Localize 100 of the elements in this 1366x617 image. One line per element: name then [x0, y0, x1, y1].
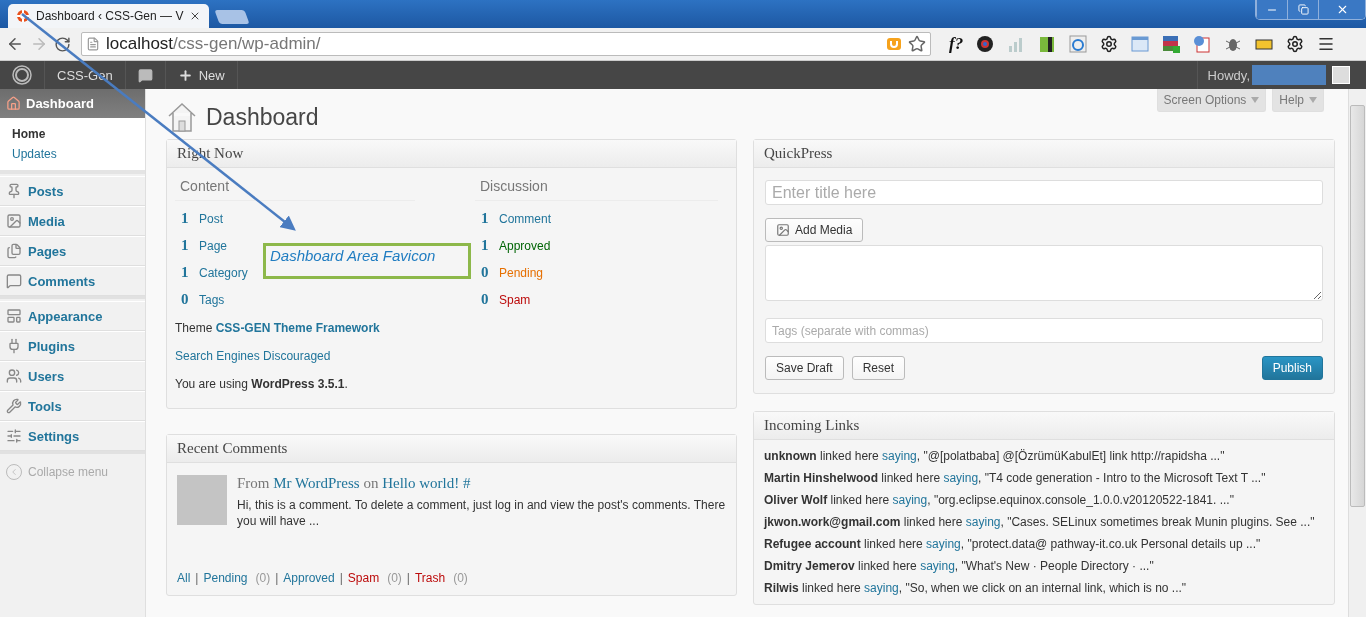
saying-link[interactable]: saying [965, 515, 1001, 529]
sidebar-item[interactable]: Comments [0, 266, 145, 296]
stat-label-link[interactable]: Category [199, 265, 248, 280]
page-icon [86, 37, 100, 51]
annotation-callout: Dashboard Area Favicon [263, 243, 471, 279]
sidebar-item[interactable]: Users [0, 361, 145, 391]
reset-button[interactable]: Reset [851, 356, 906, 380]
submenu-item[interactable]: Updates [0, 144, 145, 164]
count-text: 0 [181, 291, 190, 308]
stat-label-link[interactable]: Pending [499, 265, 544, 280]
image-icon [776, 223, 790, 237]
count-text: 1 [181, 264, 190, 281]
speech-bubble-icon [137, 67, 153, 83]
lens-icon[interactable] [976, 35, 995, 53]
count-text: 1 [181, 210, 190, 227]
search-engines-link[interactable]: Search Engines Discouraged [175, 349, 331, 363]
add-media-button[interactable]: Add Media [765, 218, 864, 242]
pin-icon [6, 183, 22, 199]
menu-icon[interactable] [1317, 35, 1336, 53]
filter-link[interactable]: Pending [203, 571, 248, 585]
stacked-bars-icon[interactable] [1162, 35, 1181, 53]
stat-label-link[interactable]: Tags [199, 292, 225, 307]
settings-icon[interactable] [1286, 35, 1305, 53]
comment-text: Hi, this is a comment. To delete a comment, just log in and view the post's comments. There you will have ... [237, 497, 726, 529]
page-title: Dashboard [206, 103, 319, 131]
separator-text: | [339, 571, 343, 585]
pages-icon [6, 243, 22, 259]
avatar-placeholder [177, 475, 227, 525]
publish-button[interactable]: Publish [1261, 356, 1323, 380]
theme-text: Theme CSS-GEN Theme Framework [175, 320, 381, 337]
stat-label-link[interactable]: Comment [499, 211, 551, 226]
column-heading: Discussion [475, 174, 718, 201]
stat-label-link[interactable]: Spam [499, 292, 531, 307]
howdy-text: Howdy, [1207, 67, 1250, 83]
image-icon [6, 213, 22, 229]
speech-bubble-icon [6, 273, 22, 289]
lifebuoy-icon [16, 9, 30, 23]
sidebar-item[interactable]: Posts [0, 176, 145, 206]
saying-link[interactable]: saying [920, 559, 955, 573]
count-text: 1 [481, 237, 490, 254]
tab-title: Dashboard ‹ CSS-Gen — V [36, 9, 184, 23]
count-text: 0 [481, 264, 490, 281]
panel-title: Incoming Links [754, 412, 1334, 440]
header-tab[interactable]: Help [1272, 89, 1324, 112]
filter-link[interactable]: All [177, 571, 191, 585]
stat-label-link[interactable]: Post [199, 211, 223, 226]
saying-link[interactable]: saying [926, 537, 961, 551]
sidebar-item[interactable]: Settings [0, 421, 145, 451]
new-tab-button[interactable] [214, 10, 250, 24]
wrench-icon [6, 398, 22, 414]
restore-button[interactable] [1287, 0, 1318, 19]
sidebar-item[interactable]: Plugins [0, 331, 145, 361]
panel-title: QuickPress [754, 140, 1334, 168]
sidebar-item[interactable]: Pages [0, 236, 145, 266]
gear-icon[interactable] [1100, 35, 1119, 53]
sidebar-item[interactable]: Appearance [0, 301, 145, 331]
count-text: 0 [481, 291, 490, 308]
article-title-link[interactable]: Hello world! [382, 475, 460, 491]
incoming-link-text: Oliver Wolf linked here saying, "org.eclipse.equinox.console_1.0.0.v20120522-1841. ..." [764, 492, 1235, 508]
saying-link[interactable]: saying [882, 449, 917, 463]
header-tab[interactable]: Screen Options [1156, 89, 1267, 112]
sidebar-item[interactable]: Tools [0, 391, 145, 421]
title-input[interactable]: Enter title here [765, 180, 1323, 205]
stat-label-link[interactable]: Approved [499, 238, 551, 253]
users-icon [6, 368, 22, 384]
version-text: You are using WordPress 3.5.1. [175, 376, 349, 393]
save-draft-button[interactable]: Save Draft [765, 356, 844, 380]
incoming-link-text: unknown linked here saying, "@[polatbaba] @[ÖzrümüKabulEt] link http://rapidsha ..." [764, 448, 1226, 464]
filter-link[interactable]: Spam [347, 571, 380, 585]
theme-link[interactable]: CSS-GEN Theme Framework [215, 321, 380, 335]
restore-icon [1297, 4, 1309, 15]
extension-text[interactable]: f? [949, 34, 964, 54]
stat-label-link[interactable]: Page [199, 238, 228, 253]
sidebar-item[interactable]: Media [0, 206, 145, 236]
star-icon[interactable] [908, 35, 926, 53]
reload-icon[interactable] [54, 35, 71, 53]
window-icon[interactable] [1131, 35, 1150, 53]
submenu-item[interactable]: Home [0, 124, 145, 144]
sidebar-item[interactable]: Dashboard [0, 89, 145, 118]
author-link[interactable]: Mr WordPress [273, 475, 360, 491]
incoming-link-text: Refugee account linked here saying, "protect.data@ pathway-it.co.uk Personal details up ..." [764, 536, 1262, 552]
saying-link[interactable]: saying [864, 581, 899, 595]
door-icon[interactable] [1038, 35, 1057, 53]
separator-text: | [275, 571, 279, 585]
count-text: 1 [181, 237, 190, 254]
incoming-link-text: Martin Hinshelwood linked here saying, "T4 code generation - Intro to the Microsoft Text T ..." [764, 470, 1267, 486]
tags-input[interactable]: Tags (separate with commas) [765, 318, 1323, 343]
incoming-link-text: Rilwis linked here saying, "So, when we click on an internal link, which is no ..." [764, 580, 1188, 596]
address-bar[interactable]: localhost/css-gen/wp-admin/ [81, 32, 931, 56]
url-text: localhost/css-gen/wp-admin/ [106, 34, 322, 54]
count-text: (0) [453, 571, 468, 585]
incoming-link-text: Dmitry Jemerov linked here saying, "What's New · People Directory · ..." [764, 558, 1155, 574]
incoming-link-text: jkwon.work@gmail.com linked here saying, "Cases. SELinux sometimes break Munin plugins. See ..." [764, 514, 1316, 530]
browser-tab[interactable]: Dashboard ‹ CSS-Gen — V [8, 4, 210, 28]
filter-link[interactable]: Trash [414, 571, 446, 585]
separator-text: | [195, 571, 199, 585]
back-icon[interactable] [6, 35, 24, 53]
permalink-link[interactable]: # [463, 475, 471, 491]
sliders-icon [6, 428, 22, 444]
filter-link[interactable]: Approved [283, 571, 335, 585]
